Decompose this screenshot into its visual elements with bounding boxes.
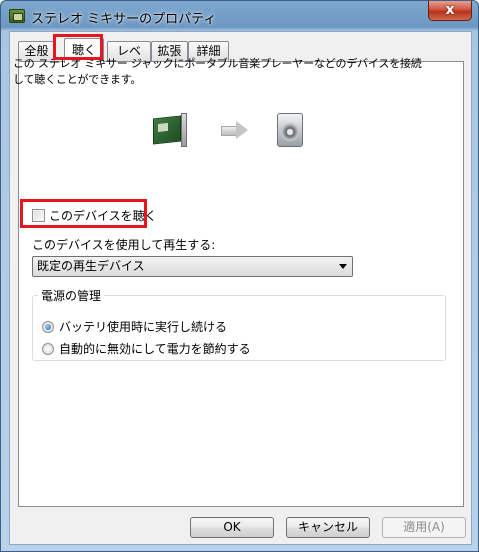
device-diagram — [129, 111, 303, 151]
power-option-save-power[interactable]: 自動的に無効にして電力を節約する — [42, 340, 251, 357]
arrow-right-icon — [221, 121, 249, 139]
playback-device-select[interactable]: 既定の再生デバイス — [32, 256, 353, 277]
radio-keep-running[interactable] — [42, 320, 54, 333]
playback-device-label: このデバイスを使用して再生する: — [32, 238, 216, 252]
sound-card-icon — [9, 9, 25, 23]
listen-description: この ステレオ ミキサー ジャックにポータブル音楽プレーヤーなどのデバイスを接続… — [13, 57, 422, 86]
close-button[interactable]: x — [428, 1, 472, 21]
window-title: ステレオ ミキサーのプロパティ — [31, 12, 217, 27]
card-bracket-icon — [181, 113, 187, 147]
power-management-title: 電源の管理 — [38, 287, 105, 304]
dropdown-arrow-icon — [339, 264, 347, 269]
listen-checkbox-label: このデバイスを聴く — [49, 208, 157, 223]
speaker-icon — [277, 113, 303, 147]
apply-button[interactable]: 適用(A) — [382, 517, 466, 538]
radio-save-power-label: 自動的に無効にして電力を節約する — [59, 342, 251, 356]
ok-button[interactable]: OK — [190, 517, 274, 538]
playback-device-selected: 既定の再生デバイス — [37, 259, 145, 273]
listen-checkbox-row[interactable]: このデバイスを聴く — [32, 207, 157, 223]
listen-checkbox[interactable] — [32, 208, 45, 222]
properties-window: ステレオ ミキサーのプロパティ x 全般 聴く レベル 拡張 詳細 この ステレ… — [0, 0, 479, 552]
sound-card-icon — [153, 115, 181, 145]
radio-save-power[interactable] — [42, 342, 54, 355]
power-option-keep-running[interactable]: バッテリ使用時に実行し続ける — [42, 318, 227, 335]
radio-keep-running-label: バッテリ使用時に実行し続ける — [59, 320, 228, 334]
title-bar[interactable]: ステレオ ミキサーのプロパティ x — [1, 1, 478, 31]
cancel-button[interactable]: キャンセル — [286, 517, 370, 538]
